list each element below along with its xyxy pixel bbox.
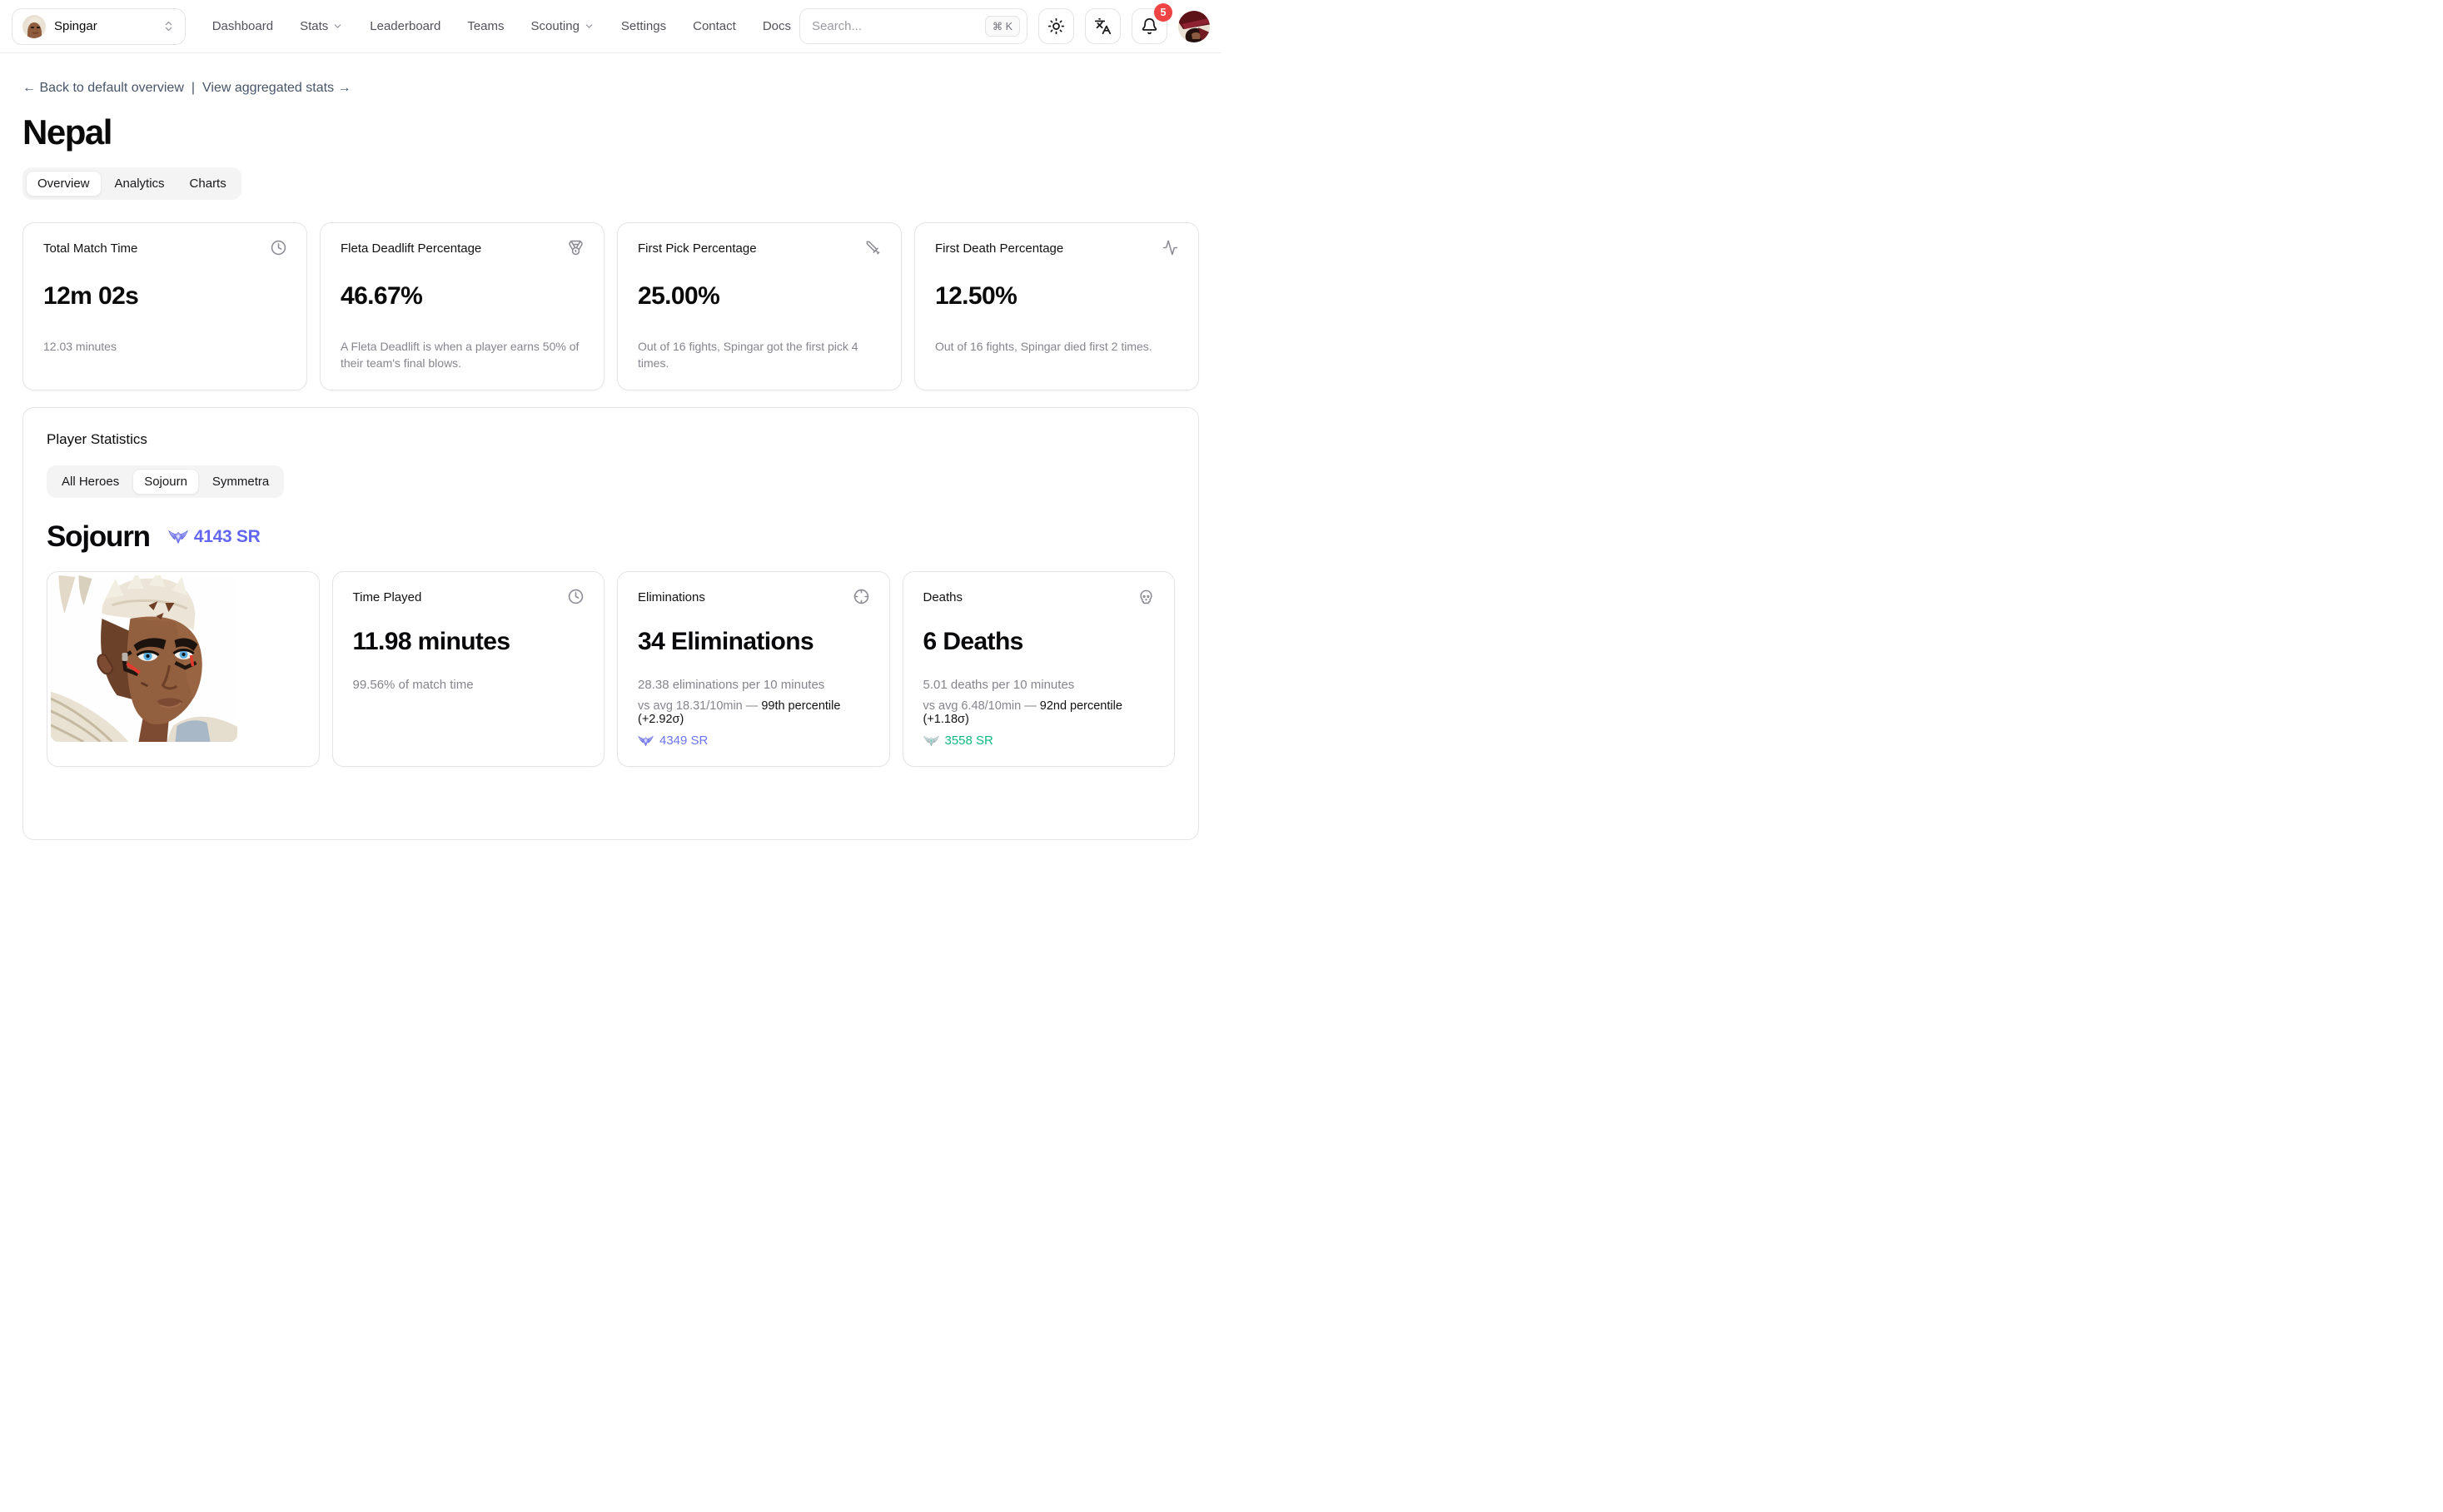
first-pick-card: First Pick Percentage 25.00% Out of 16 f… bbox=[617, 222, 902, 390]
card-value: 12.50% bbox=[935, 282, 1178, 311]
sojourn-portrait-image bbox=[51, 575, 237, 742]
bell-icon bbox=[1141, 17, 1158, 35]
search-box: ⌘ K bbox=[799, 8, 1027, 44]
fleta-deadlift-card: Fleta Deadlift Percentage 46.67% A Fleta… bbox=[320, 222, 605, 390]
team-switcher[interactable]: Spingar bbox=[12, 8, 186, 45]
team-avatar bbox=[22, 15, 46, 38]
hero-card-grid: Time Played 11.98 minutes 99.56% of matc… bbox=[47, 571, 1175, 767]
card-desc: Out of 16 fights, Spingar got the first … bbox=[638, 338, 881, 371]
time-played-card: Time Played 11.98 minutes 99.56% of matc… bbox=[332, 571, 605, 767]
chevrons-up-down-icon bbox=[162, 20, 175, 32]
top-navbar: Spingar Dashboard Stats Leaderboard Team… bbox=[0, 0, 1222, 53]
page-title: Nepal bbox=[22, 112, 1199, 152]
card-desc: 5.01 deaths per 10 minutes bbox=[923, 678, 1155, 692]
nav-leaderboard[interactable]: Leaderboard bbox=[370, 19, 440, 33]
chevron-down-icon bbox=[332, 21, 343, 32]
card-title: Time Played bbox=[353, 590, 422, 604]
activity-icon bbox=[1162, 240, 1178, 256]
search-shortcut-kbd: ⌘ K bbox=[985, 16, 1020, 37]
nav-contact[interactable]: Contact bbox=[693, 19, 736, 33]
hero-header: Sojourn 4143 SR bbox=[47, 520, 1175, 554]
card-title: Total Match Time bbox=[43, 241, 137, 256]
main-nav: Dashboard Stats Leaderboard Teams Scouti… bbox=[212, 19, 791, 33]
deaths-card: Deaths 6 Deaths 5.01 deaths per 10 minut… bbox=[903, 571, 1176, 767]
card-desc: Out of 16 fights, Spingar died first 2 t… bbox=[935, 338, 1178, 355]
hero-tab-all-heroes[interactable]: All Heroes bbox=[50, 469, 131, 495]
sojourn-portrait bbox=[51, 575, 237, 742]
card-value: 6 Deaths bbox=[923, 628, 1155, 656]
breadcrumb-forward-link[interactable]: View aggregated stats → bbox=[202, 81, 351, 96]
language-button[interactable] bbox=[1085, 8, 1121, 44]
notifications-button[interactable]: 5 bbox=[1132, 8, 1167, 44]
rank-badge-icon bbox=[638, 734, 654, 748]
card-desc: 99.56% of match time bbox=[353, 678, 585, 692]
languages-icon bbox=[1094, 17, 1112, 35]
panel-title: Player Statistics bbox=[47, 431, 1175, 448]
breadcrumb-back-link[interactable]: ← Back to default overview bbox=[22, 81, 184, 96]
hero-portrait-card bbox=[47, 571, 320, 767]
rank-badge-icon bbox=[168, 529, 188, 545]
rank-badge-icon bbox=[923, 734, 939, 748]
tab-overview[interactable]: Overview bbox=[26, 171, 102, 196]
sun-icon bbox=[1047, 17, 1065, 35]
sojourn-mini-avatar-icon bbox=[22, 15, 46, 38]
nav-dashboard[interactable]: Dashboard bbox=[212, 19, 273, 33]
card-value: 34 Eliminations bbox=[638, 628, 869, 656]
card-title: First Pick Percentage bbox=[638, 241, 757, 256]
search-input[interactable] bbox=[812, 19, 985, 33]
sr-line: 4349 SR bbox=[638, 734, 869, 748]
user-avatar-image bbox=[1178, 11, 1210, 42]
hero-sr-value: 4143 SR bbox=[194, 527, 261, 547]
card-value: 11.98 minutes bbox=[353, 628, 585, 656]
hero-tabs: All Heroes Sojourn Symmetra bbox=[47, 465, 284, 498]
tab-charts[interactable]: Charts bbox=[178, 171, 238, 196]
stat-card-grid: Total Match Time 12m 02s 12.03 minutes F… bbox=[22, 222, 1199, 390]
first-death-card: First Death Percentage 12.50% Out of 16 … bbox=[914, 222, 1199, 390]
card-title: First Death Percentage bbox=[935, 241, 1063, 256]
card-desc: 28.38 eliminations per 10 minutes bbox=[638, 678, 869, 692]
team-switcher-label: Spingar bbox=[54, 19, 97, 33]
card-desc: 12.03 minutes bbox=[43, 338, 286, 355]
breadcrumb-separator: | bbox=[192, 81, 195, 96]
sr-value: 3558 SR bbox=[945, 734, 993, 748]
player-statistics-panel: Player Statistics All Heroes Sojourn Sym… bbox=[22, 407, 1199, 840]
hero-sr: 4143 SR bbox=[168, 527, 261, 547]
card-title: Fleta Deadlift Percentage bbox=[341, 241, 481, 256]
card-value: 25.00% bbox=[638, 282, 881, 311]
header-actions: ⌘ K 5 bbox=[799, 8, 1210, 44]
nav-docs[interactable]: Docs bbox=[763, 19, 791, 33]
card-title: Deaths bbox=[923, 590, 963, 604]
nav-stats[interactable]: Stats bbox=[300, 19, 343, 33]
page-tabs: Overview Analytics Charts bbox=[22, 167, 241, 200]
card-desc: A Fleta Deadlift is when a player earns … bbox=[341, 338, 584, 371]
card-title: Eliminations bbox=[638, 590, 705, 604]
clock-icon bbox=[271, 240, 286, 256]
tab-analytics[interactable]: Analytics bbox=[103, 171, 177, 196]
medal-icon bbox=[568, 240, 584, 256]
percentile-line: vs avg 18.31/10min — 99th percentile (+2… bbox=[638, 699, 869, 726]
chevron-down-icon bbox=[584, 21, 595, 32]
hero-tab-symmetra[interactable]: Symmetra bbox=[201, 469, 281, 495]
main-content: ← Back to default overview | View aggreg… bbox=[0, 81, 1222, 840]
hero-tab-sojourn[interactable]: Sojourn bbox=[132, 469, 199, 495]
card-value: 46.67% bbox=[341, 282, 584, 311]
breadcrumb: ← Back to default overview | View aggreg… bbox=[22, 81, 1199, 96]
crosshair-icon bbox=[853, 589, 869, 604]
sword-icon bbox=[865, 240, 881, 256]
sr-line: 3558 SR bbox=[923, 734, 1155, 748]
nav-scouting[interactable]: Scouting bbox=[531, 19, 595, 33]
eliminations-card: Eliminations 34 Eliminations 28.38 elimi… bbox=[617, 571, 890, 767]
card-value: 12m 02s bbox=[43, 282, 286, 311]
total-match-time-card: Total Match Time 12m 02s 12.03 minutes bbox=[22, 222, 307, 390]
notification-badge: 5 bbox=[1154, 3, 1172, 22]
nav-settings[interactable]: Settings bbox=[621, 19, 666, 33]
hero-name: Sojourn bbox=[47, 520, 150, 554]
user-avatar[interactable] bbox=[1178, 11, 1210, 42]
skull-icon bbox=[1138, 589, 1154, 604]
theme-toggle-button[interactable] bbox=[1038, 8, 1074, 44]
sr-value: 4349 SR bbox=[659, 734, 708, 748]
nav-teams[interactable]: Teams bbox=[467, 19, 504, 33]
percentile-line: vs avg 6.48/10min — 92nd percentile (+1.… bbox=[923, 699, 1155, 726]
clock-icon bbox=[568, 589, 584, 604]
